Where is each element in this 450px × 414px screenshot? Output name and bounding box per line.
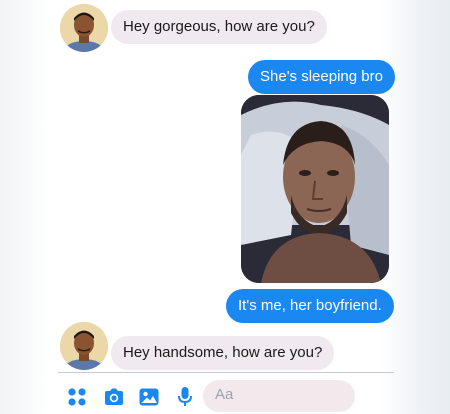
composer-divider [58, 372, 394, 373]
photo-attachment[interactable] [241, 95, 389, 283]
gallery-icon[interactable] [136, 384, 162, 410]
camera-icon[interactable] [101, 384, 127, 410]
message-input[interactable]: Aa [203, 380, 355, 412]
message-incoming-2[interactable]: Hey handsome, how are you? [111, 336, 335, 370]
message-text: Hey gorgeous, how are you? [123, 18, 315, 35]
message-outgoing-1[interactable]: She's sleeping bro [248, 60, 395, 94]
microphone-icon[interactable] [172, 384, 198, 410]
message-outgoing-2[interactable]: It's me, her boyfriend. [226, 289, 394, 323]
apps-icon[interactable] [64, 384, 90, 410]
message-text: It's me, her boyfriend. [238, 297, 382, 314]
message-text: She's sleeping bro [260, 68, 383, 85]
background-texture-left [0, 0, 50, 414]
message-incoming-1[interactable]: Hey gorgeous, how are you? [111, 10, 327, 44]
message-text: Hey handsome, how are you? [123, 344, 323, 361]
contact-avatar[interactable] [60, 4, 108, 52]
background-texture-right [380, 0, 450, 414]
message-input-placeholder: Aa [215, 386, 234, 403]
contact-avatar[interactable] [60, 322, 108, 370]
